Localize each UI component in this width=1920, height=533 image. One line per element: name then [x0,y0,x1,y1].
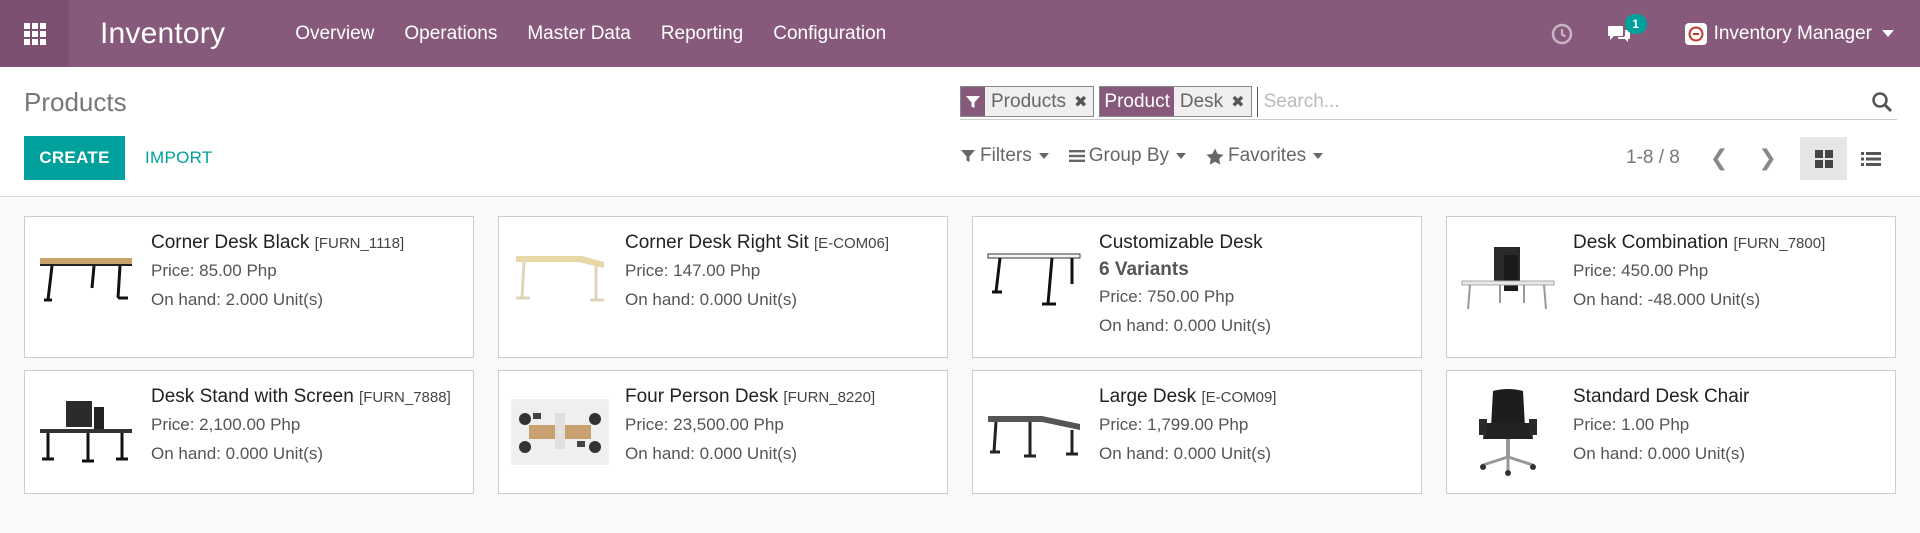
product-image [985,383,1083,481]
product-price: Price: 147.00 Php [625,261,761,280]
product-variants: 6 Variants [1099,259,1189,280]
product-code: [E-COM06] [814,235,890,252]
product-image [37,229,135,327]
close-icon[interactable]: ✖ [1231,92,1244,112]
facet-value: Desk [1179,90,1224,112]
menu-reporting[interactable]: Reporting [646,23,758,45]
product-code: [E-COM09] [1201,389,1277,406]
list-icon [1068,150,1085,162]
import-button[interactable]: IMPORT [145,136,213,180]
chat-icon[interactable]: 1 [1607,13,1647,45]
product-price: Price: 450.00 Php [1573,261,1709,280]
product-price: Price: 23,500.00 Php [625,415,784,434]
product-card[interactable]: Four Person Desk [FURN_8220] Price: 23,5… [498,370,948,494]
chat-count-badge: 1 [1624,13,1647,34]
search-options: Filters Group By Favorites [960,145,1343,167]
kanban-view-icon[interactable] [1800,137,1847,180]
menu-operations[interactable]: Operations [389,23,512,45]
groupby-label: Group By [1088,145,1169,166]
clock-icon[interactable] [1551,23,1573,45]
product-card[interactable]: Corner Desk Black [FURN_1118] Price: 85.… [24,216,474,358]
main-menu: Overview Operations Master Data Reportin… [280,0,901,67]
search-bar: Products ✖ Product Desk ✖ [960,84,1897,120]
facet-category: Product [1100,87,1174,116]
view-switcher [1800,137,1894,180]
product-name: Customizable Desk [1099,232,1263,253]
product-code: [FURN_1118] [314,235,405,252]
user-name: Inventory Manager [1713,22,1872,44]
product-name: Desk Combination [1573,232,1729,253]
caret-down-icon [1038,153,1049,159]
product-name: Four Person Desk [625,386,779,407]
filters-label: Filters [980,145,1032,166]
menu-master-data[interactable]: Master Data [512,23,645,45]
close-icon[interactable]: ✖ [1074,92,1087,112]
groupby-dropdown[interactable]: Group By [1068,145,1186,167]
product-image [511,383,609,481]
list-view-icon[interactable] [1847,137,1894,180]
apps-menu-button[interactable] [0,0,69,67]
filter-icon [961,87,985,116]
search-input[interactable] [1256,86,1867,117]
product-image [985,229,1083,327]
product-price: Price: 1,799.00 Php [1099,415,1249,434]
page-title: Products [24,87,127,117]
user-menu[interactable]: Inventory Manager [1684,22,1894,45]
product-code: [FURN_7888] [359,389,451,406]
product-code: [FURN_7800] [1733,235,1826,252]
product-onhand: On hand: 2.000 Unit(s) [151,290,323,309]
product-onhand: On hand: 0.000 Unit(s) [625,444,797,463]
chevron-left-icon[interactable]: ❮ [1710,145,1728,171]
product-image [1459,383,1557,481]
product-price: Price: 2,100.00 Php [151,415,301,434]
pager-value[interactable]: 1-8 / 8 [1626,147,1680,169]
product-price: Price: 85.00 Php [151,261,277,280]
app-title[interactable]: Inventory [100,17,225,51]
product-onhand: On hand: 0.000 Unit(s) [1099,316,1271,335]
star-icon [1206,148,1224,165]
filter-icon [961,150,975,162]
top-navbar: Inventory Overview Operations Master Dat… [0,0,1920,67]
create-button[interactable]: CREATE [24,136,125,180]
pager: 1-8 / 8 ❮ ❯ [1626,145,1777,171]
search-facet-filter: Products ✖ [960,86,1095,117]
product-card[interactable]: Desk Combination [FURN_7800] Price: 450.… [1446,216,1896,358]
product-name: Corner Desk Right Sit [625,232,809,253]
product-onhand: On hand: 0.000 Unit(s) [625,290,797,309]
facet-value: Products [991,90,1066,112]
caret-down-icon [1313,153,1324,159]
search-facet-product: Product Desk ✖ [1099,86,1252,117]
menu-configuration[interactable]: Configuration [758,23,901,45]
product-name: Standard Desk Chair [1573,386,1750,407]
product-name: Large Desk [1099,386,1197,407]
product-card[interactable]: Desk Stand with Screen [FURN_7888] Price… [24,370,474,494]
product-name: Corner Desk Black [151,232,310,253]
chevron-down-icon [1882,30,1894,37]
apps-grid-icon [23,22,46,45]
product-image [1459,229,1557,327]
product-onhand: On hand: -48.000 Unit(s) [1573,290,1761,309]
product-card[interactable]: Large Desk [E-COM09] Price: 1,799.00 Php… [972,370,1422,494]
product-onhand: On hand: 0.000 Unit(s) [151,444,323,463]
favorites-dropdown[interactable]: Favorites [1206,145,1324,167]
product-price: Price: 750.00 Php [1099,287,1235,306]
product-card[interactable]: Customizable Desk 6 Variants Price: 750.… [972,216,1422,358]
product-image [511,229,609,327]
filters-dropdown[interactable]: Filters [960,145,1049,167]
product-price: Price: 1.00 Php [1573,415,1690,434]
product-image [37,383,135,481]
chevron-right-icon[interactable]: ❯ [1758,145,1776,171]
product-onhand: On hand: 0.000 Unit(s) [1099,444,1271,463]
product-onhand: On hand: 0.000 Unit(s) [1573,444,1745,463]
menu-overview[interactable]: Overview [280,23,389,45]
product-code: [FURN_8220] [783,389,876,406]
favorites-label: Favorites [1228,145,1307,166]
product-card[interactable]: Standard Desk Chair Price: 1.00 Php On h… [1446,370,1896,494]
product-card[interactable]: Corner Desk Right Sit [E-COM06] Price: 1… [498,216,948,358]
caret-down-icon [1176,153,1186,159]
company-logo [1684,22,1707,45]
search-icon[interactable] [1867,91,1897,113]
product-kanban: Corner Desk Black [FURN_1118] Price: 85.… [24,216,1896,494]
product-name: Desk Stand with Screen [151,386,354,407]
